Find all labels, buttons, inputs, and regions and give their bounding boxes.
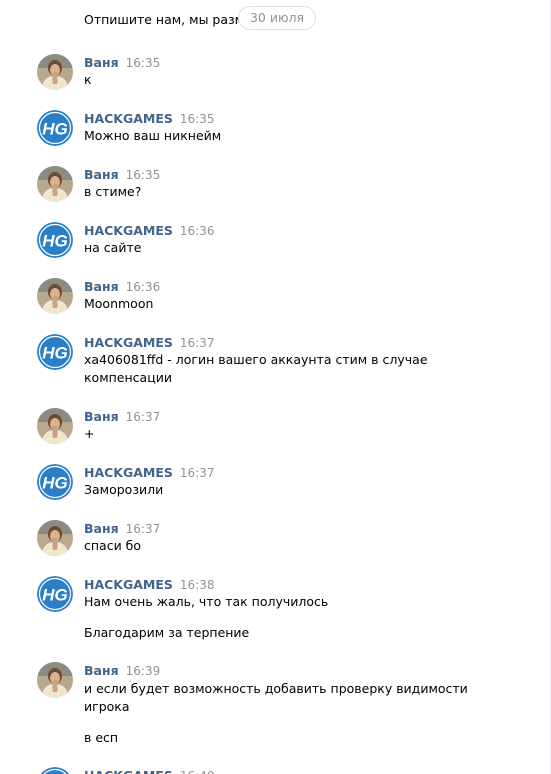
message-text: Можно ваш никнейм [84, 128, 222, 143]
user-photo-icon [37, 166, 73, 202]
message-text: игрока [84, 699, 130, 714]
message-time[interactable]: 16:37 [126, 522, 161, 536]
avatar[interactable]: HG [37, 110, 73, 146]
hackgames-logo-icon: HG [40, 767, 70, 774]
avatar[interactable] [37, 166, 73, 202]
message-header: HACKGAMES 16:36 [84, 222, 215, 239]
author-name-link[interactable]: Ваня [84, 279, 119, 294]
svg-text:HG: HG [42, 232, 68, 251]
message-header: HACKGAMES 16:40 [84, 767, 215, 774]
avatar[interactable]: HG [37, 767, 73, 774]
author-name-link[interactable]: HACKGAMES [84, 577, 173, 592]
hackgames-logo-icon: HG [37, 222, 73, 258]
message-text: Нам очень жаль, что так получилось [84, 594, 329, 609]
hackgames-logo-icon: HG [37, 576, 73, 612]
message-header: Ваня 16:35 [84, 166, 160, 183]
message-header: Ваня 16:36 [84, 278, 160, 295]
avatar[interactable] [37, 278, 73, 314]
message-time[interactable]: 16:37 [126, 410, 161, 424]
message-text: к [84, 72, 92, 87]
author-name-link[interactable]: HACKGAMES [84, 768, 173, 774]
message-text: спаси бо [84, 538, 142, 553]
author-name-link[interactable]: Ваня [84, 55, 119, 70]
user-photo-icon [37, 662, 73, 698]
message-header: HACKGAMES 16:38 [84, 576, 215, 593]
message-text: и если будет возможность добавить провер… [84, 681, 468, 696]
user-photo-icon [37, 408, 73, 444]
author-name-link[interactable]: HACKGAMES [84, 223, 173, 238]
message-time[interactable]: 16:37 [180, 336, 215, 350]
message-text: xa406081ffd - логин вашего аккаунта стим… [84, 352, 428, 367]
message-time[interactable]: 16:38 [180, 578, 215, 592]
message-text: Отпишите нам, мы размо [84, 12, 252, 27]
user-photo-icon [37, 278, 73, 314]
hackgames-logo-icon: HG [37, 334, 73, 370]
svg-text:HG: HG [42, 474, 68, 493]
message-header: Ваня 16:37 [84, 408, 160, 425]
avatar[interactable]: HG [37, 464, 73, 500]
message-text: в стиме? [84, 184, 142, 199]
user-photo-icon [37, 520, 73, 556]
avatar[interactable]: HG [37, 222, 73, 258]
message-text: Благодарим за терпение [84, 625, 250, 640]
avatar[interactable] [37, 54, 73, 90]
svg-text:HG: HG [42, 344, 68, 363]
hackgames-logo-icon: HG [37, 110, 73, 146]
message-time[interactable]: 16:35 [126, 56, 161, 70]
date-divider: 30 июля [238, 6, 316, 30]
message-header: Ваня 16:37 [84, 520, 160, 537]
message-text: на сайте [84, 240, 142, 255]
message-header: Ваня 16:35 [84, 54, 160, 71]
message-time[interactable]: 16:35 [126, 168, 161, 182]
message-text: Moonmoon [84, 296, 154, 311]
message-header: Ваня 16:39 [84, 662, 160, 679]
svg-text:HG: HG [42, 586, 68, 605]
hackgames-logo-icon: HG [37, 464, 73, 500]
avatar[interactable] [37, 520, 73, 556]
message-text: компенсации [84, 370, 172, 385]
message-text: в есп [84, 730, 119, 745]
message-text: Заморозили [84, 482, 164, 497]
svg-text:HG: HG [42, 120, 68, 139]
message-time[interactable]: 16:36 [180, 224, 215, 238]
message-time[interactable]: 16:36 [126, 280, 161, 294]
message-header: HACKGAMES 16:35 [84, 110, 215, 127]
avatar[interactable]: HG [37, 334, 73, 370]
author-name-link[interactable]: HACKGAMES [84, 335, 173, 350]
author-name-link[interactable]: Ваня [84, 167, 119, 182]
author-name-link[interactable]: HACKGAMES [84, 465, 173, 480]
chat-history: Отпишите нам, мы размо 30 июля Ваня 16:35… [0, 0, 551, 774]
message-time[interactable]: 16:35 [180, 112, 215, 126]
user-photo-icon [37, 54, 73, 90]
message-header: HACKGAMES 16:37 [84, 464, 215, 481]
author-name-link[interactable]: Ваня [84, 521, 119, 536]
message-time[interactable]: 16:37 [180, 466, 215, 480]
message-time[interactable]: 16:39 [126, 664, 161, 678]
author-name-link[interactable]: Ваня [84, 663, 119, 678]
message-time[interactable]: 16:40 [180, 769, 215, 774]
author-name-link[interactable]: Ваня [84, 409, 119, 424]
author-name-link[interactable]: HACKGAMES [84, 111, 173, 126]
avatar[interactable]: HG [37, 576, 73, 612]
message-text: + [84, 426, 95, 441]
message-header: HACKGAMES 16:37 [84, 334, 215, 351]
avatar[interactable] [37, 408, 73, 444]
avatar[interactable] [37, 662, 73, 698]
